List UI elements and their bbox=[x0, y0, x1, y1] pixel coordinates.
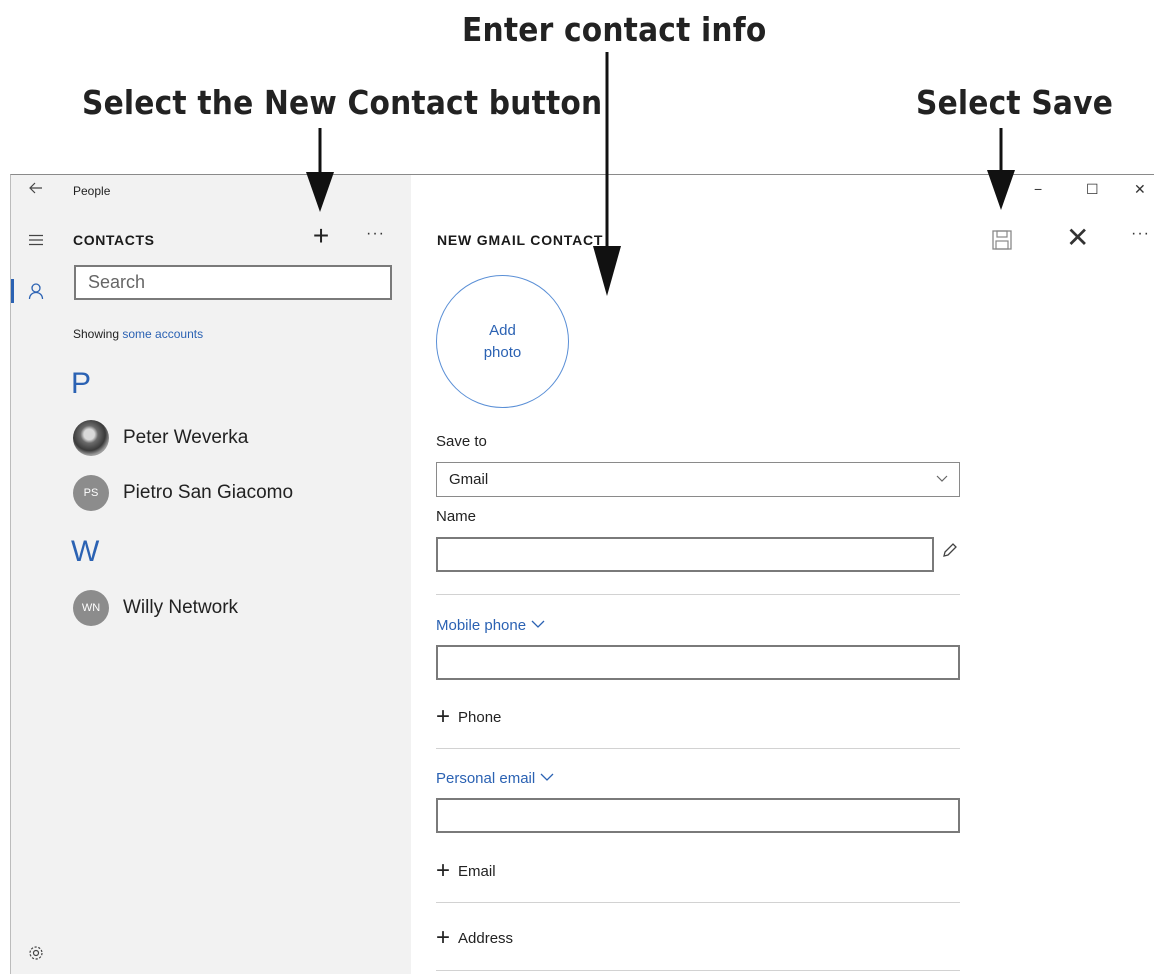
chevron-down-icon bbox=[531, 620, 545, 628]
mobile-phone-type-selector[interactable]: Mobile phone bbox=[436, 617, 546, 634]
add-address-label: Address bbox=[458, 929, 514, 947]
name-field[interactable] bbox=[436, 537, 934, 572]
navigation-rail bbox=[11, 175, 61, 974]
maximize-button[interactable]: ☐ bbox=[1086, 181, 1099, 198]
divider bbox=[436, 902, 960, 903]
add-phone-label: Phone bbox=[458, 708, 502, 726]
personal-email-label: Personal email bbox=[436, 770, 536, 787]
save-button[interactable] bbox=[991, 229, 1013, 251]
contacts-title: CONTACTS bbox=[73, 232, 155, 248]
plus-icon: + bbox=[436, 924, 451, 951]
showing-prefix: Showing bbox=[73, 327, 120, 341]
add-photo-line2: photo bbox=[483, 343, 522, 361]
mobile-phone-field[interactable] bbox=[436, 645, 960, 680]
add-address-button[interactable]: + Address bbox=[436, 924, 514, 951]
avatar: WN bbox=[73, 590, 109, 626]
chevron-down-icon bbox=[936, 475, 948, 482]
save-to-value: Gmail bbox=[449, 471, 489, 488]
personal-email-type-selector[interactable]: Personal email bbox=[436, 770, 555, 787]
add-email-label: Email bbox=[458, 862, 496, 880]
personal-email-field[interactable] bbox=[436, 798, 960, 833]
name-label: Name bbox=[436, 508, 477, 525]
add-photo-line1: Add bbox=[489, 321, 516, 339]
add-photo-button[interactable]: Add photo bbox=[436, 275, 569, 408]
group-letter-p: P bbox=[71, 367, 92, 400]
contact-item[interactable]: WN Willy Network bbox=[73, 588, 238, 628]
divider bbox=[436, 594, 960, 595]
plus-icon: + bbox=[436, 857, 451, 884]
detail-more-button[interactable]: ··· bbox=[1131, 225, 1150, 243]
contact-item[interactable]: PS Pietro San Giacomo bbox=[73, 473, 293, 513]
save-icon bbox=[992, 230, 1012, 250]
app-title: People bbox=[73, 184, 111, 198]
contact-item[interactable]: Peter Weverka bbox=[73, 418, 248, 458]
callout-save: Select Save bbox=[916, 83, 1114, 122]
contact-name: Peter Weverka bbox=[123, 427, 249, 448]
save-to-dropdown[interactable]: Gmail bbox=[436, 462, 960, 497]
contact-name: Pietro San Giacomo bbox=[123, 482, 294, 503]
contact-name: Willy Network bbox=[123, 597, 239, 618]
avatar bbox=[73, 420, 109, 456]
group-letter-w: W bbox=[71, 535, 100, 568]
minimize-button[interactable]: − bbox=[1034, 181, 1042, 197]
callout-new-contact: Select the New Contact button bbox=[82, 83, 603, 122]
avatar: PS bbox=[73, 475, 109, 511]
hamburger-menu-icon[interactable] bbox=[11, 233, 61, 251]
contacts-pane: People CONTACTS + ··· Showing some accou… bbox=[61, 175, 411, 974]
new-contact-button[interactable]: + bbox=[306, 221, 336, 251]
add-email-button[interactable]: + Email bbox=[436, 857, 496, 884]
new-contact-pane: − ☐ ✕ NEW GMAIL CONTACT ✕ ··· Add photo … bbox=[411, 175, 1154, 974]
people-app-window: People CONTACTS + ··· Showing some accou… bbox=[10, 174, 1154, 974]
edit-pencil-icon[interactable] bbox=[941, 541, 959, 559]
divider bbox=[436, 970, 960, 971]
person-icon[interactable] bbox=[11, 282, 61, 305]
settings-gear-icon[interactable] bbox=[11, 945, 61, 966]
new-contact-title: NEW GMAIL CONTACT bbox=[437, 232, 604, 248]
add-phone-button[interactable]: + Phone bbox=[436, 703, 502, 730]
mobile-phone-label: Mobile phone bbox=[436, 617, 527, 634]
some-accounts-link[interactable]: some accounts bbox=[122, 327, 203, 341]
back-arrow-icon[interactable] bbox=[11, 181, 61, 199]
plus-icon: + bbox=[436, 703, 451, 730]
window-close-button[interactable]: ✕ bbox=[1134, 181, 1146, 198]
contacts-more-button[interactable]: ··· bbox=[366, 225, 385, 243]
save-to-label: Save to bbox=[436, 433, 487, 450]
close-button[interactable]: ✕ bbox=[1066, 223, 1089, 253]
callout-enter-contact-info: Enter contact info bbox=[462, 10, 767, 49]
divider bbox=[436, 748, 960, 749]
chevron-down-icon bbox=[540, 773, 554, 781]
accounts-filter-text: Showing some accounts bbox=[73, 327, 203, 341]
search-input[interactable] bbox=[74, 265, 392, 300]
